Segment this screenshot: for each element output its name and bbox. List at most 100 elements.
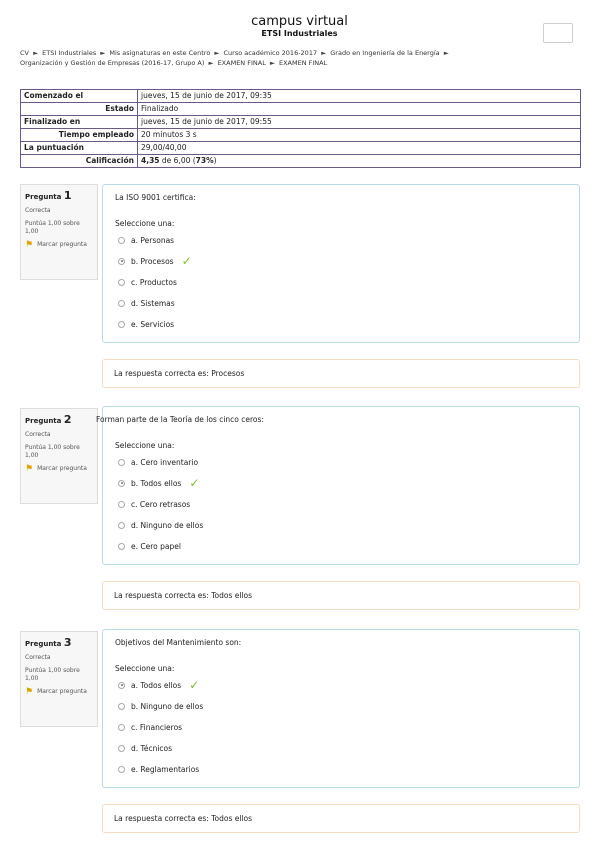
flag-question-button[interactable]: ⚑ Marcar pregunta: [25, 688, 93, 697]
breadcrumb-separator-icon: ►: [269, 59, 275, 67]
summary-label: Finalizado en: [20, 115, 138, 129]
question-label: Pregunta: [25, 417, 62, 425]
breadcrumb-link[interactable]: ETSI Industriales: [42, 49, 96, 57]
answer-option[interactable]: d. Sistemas: [118, 297, 175, 309]
grade-score: 4,35: [141, 156, 160, 165]
grade-close: ): [213, 156, 217, 165]
question-num: 3: [63, 636, 72, 649]
answer-option[interactable]: a. Personas: [118, 234, 174, 246]
question-content-1: La ISO 9001 certifica: Seleccione una: a…: [102, 184, 580, 343]
question-label: Pregunta: [25, 640, 62, 648]
breadcrumb-link[interactable]: EXAMEN FINAL: [218, 59, 266, 67]
option-label: d. Ninguno de ellos: [131, 520, 204, 530]
question-info-1: Pregunta 1 Correcta Puntúa 1,00 sobre 1,…: [20, 184, 98, 280]
answer-option[interactable]: e. Reglamentarios: [118, 763, 199, 775]
flag-icon: ⚑: [25, 687, 34, 697]
radio-button[interactable]: [118, 479, 125, 487]
option-label: c. Productos: [131, 277, 177, 287]
breadcrumb-link[interactable]: Grado en Ingeniería de la Energía: [330, 49, 439, 57]
option-label: b. Ninguno de ellos: [131, 701, 204, 711]
option-label: d. Técnicos: [131, 743, 173, 753]
attempt-summary-table: Comenzado el jueves, 15 de junio de 2017…: [20, 89, 581, 168]
radio-button[interactable]: [118, 458, 125, 466]
radio-button[interactable]: [118, 521, 125, 529]
option-label: c. Cero retrasos: [131, 499, 191, 509]
option-label: b. Todos ellos: [131, 478, 182, 488]
answer-option[interactable]: a. Cero inventario: [118, 456, 198, 468]
radio-button[interactable]: [118, 236, 125, 244]
question-num: 1: [63, 189, 72, 202]
summary-value: 20 minutos 3 s: [137, 128, 581, 142]
breadcrumb-separator-icon: ►: [321, 49, 327, 57]
radio-button[interactable]: [118, 500, 125, 508]
flag-icon: ⚑: [25, 240, 34, 250]
summary-label: La puntuación: [20, 141, 138, 155]
summary-row: Estado Finalizado: [20, 102, 581, 116]
check-icon: ✓: [189, 678, 200, 692]
breadcrumb-link[interactable]: Organización y Gestión de Empresas (2016…: [20, 59, 204, 67]
check-icon: ✓: [181, 254, 192, 268]
radio-button[interactable]: [118, 320, 125, 328]
summary-label: Tiempo empleado: [20, 128, 138, 142]
option-label: d. Sistemas: [131, 298, 175, 308]
flag-icon: ⚑: [25, 464, 34, 474]
option-label: a. Personas: [131, 235, 175, 245]
question-grade: Puntúa 1,00 sobre 1,00: [25, 667, 80, 682]
option-label: e. Servicios: [131, 319, 175, 329]
question-content-3: Objetivos del Mantenimiento son: Selecci…: [102, 629, 580, 788]
question-state: Correcta: [25, 654, 51, 661]
question-state: Correcta: [25, 207, 51, 214]
question-prompt: Seleccione una:: [115, 219, 175, 228]
breadcrumb-link[interactable]: Mis asignaturas en este Centro: [109, 49, 210, 57]
summary-value: jueves, 15 de junio de 2017, 09:35: [137, 89, 581, 103]
summary-label: Comenzado el: [20, 89, 138, 103]
answer-option[interactable]: c. Cero retrasos: [118, 498, 190, 510]
answer-option[interactable]: e. Cero papel: [118, 540, 181, 552]
breadcrumb-separator-icon: ►: [208, 59, 214, 67]
option-label: b. Procesos: [131, 256, 174, 266]
radio-button[interactable]: [118, 765, 125, 773]
breadcrumb-separator-icon: ►: [100, 49, 106, 57]
question-info-2: Pregunta 2 Correcta Puntúa 1,00 sobre 1,…: [20, 408, 98, 504]
answer-option[interactable]: c. Productos: [118, 276, 177, 288]
breadcrumb-separator-icon: ►: [443, 49, 449, 57]
radio-button[interactable]: [118, 542, 125, 550]
breadcrumb-separator-icon: ►: [214, 49, 220, 57]
answer-option[interactable]: b. Ninguno de ellos: [118, 700, 203, 712]
correct-answer-feedback: La respuesta correcta es: Todos ellos: [102, 804, 580, 833]
radio-button[interactable]: [118, 278, 125, 286]
answer-option[interactable]: a. Todos ellos ✓: [118, 678, 200, 692]
question-number: Pregunta 1: [25, 189, 93, 202]
radio-button[interactable]: [118, 702, 125, 710]
radio-button[interactable]: [118, 681, 125, 689]
flag-label: Marcar pregunta: [37, 241, 87, 248]
answer-option[interactable]: b. Todos ellos ✓: [118, 476, 199, 490]
question-text: La ISO 9001 certifica:: [115, 193, 196, 202]
breadcrumb-link[interactable]: Curso académico 2016-2017: [223, 49, 317, 57]
radio-button[interactable]: [118, 299, 125, 307]
breadcrumb-link[interactable]: CV: [20, 49, 29, 57]
flag-question-button[interactable]: ⚑ Marcar pregunta: [25, 241, 93, 250]
option-label: e. Reglamentarios: [131, 764, 200, 774]
option-label: a. Cero inventario: [131, 457, 199, 467]
question-number: Pregunta 3: [25, 636, 93, 649]
summary-label: Calificación: [20, 154, 138, 168]
question-state: Correcta: [25, 431, 51, 438]
correct-answer-feedback: La respuesta correcta es: Todos ellos: [102, 581, 580, 610]
question-num: 2: [63, 413, 72, 426]
radio-button[interactable]: [118, 257, 125, 265]
question-prompt: Seleccione una:: [115, 441, 175, 450]
radio-button[interactable]: [118, 744, 125, 752]
question-text: Objetivos del Mantenimiento son:: [115, 638, 242, 647]
radio-button[interactable]: [118, 723, 125, 731]
answer-option[interactable]: c. Financieros: [118, 721, 182, 733]
flag-question-button[interactable]: ⚑ Marcar pregunta: [25, 465, 93, 474]
question-prompt: Seleccione una:: [115, 664, 175, 673]
question-grade: Puntúa 1,00 sobre 1,00: [25, 444, 80, 459]
summary-row: Comenzado el jueves, 15 de junio de 2017…: [20, 89, 581, 103]
login-button[interactable]: [543, 23, 573, 43]
answer-option[interactable]: d. Ninguno de ellos: [118, 519, 203, 531]
answer-option[interactable]: d. Técnicos: [118, 742, 172, 754]
answer-option[interactable]: b. Procesos ✓: [118, 254, 192, 268]
answer-option[interactable]: e. Servicios: [118, 318, 174, 330]
